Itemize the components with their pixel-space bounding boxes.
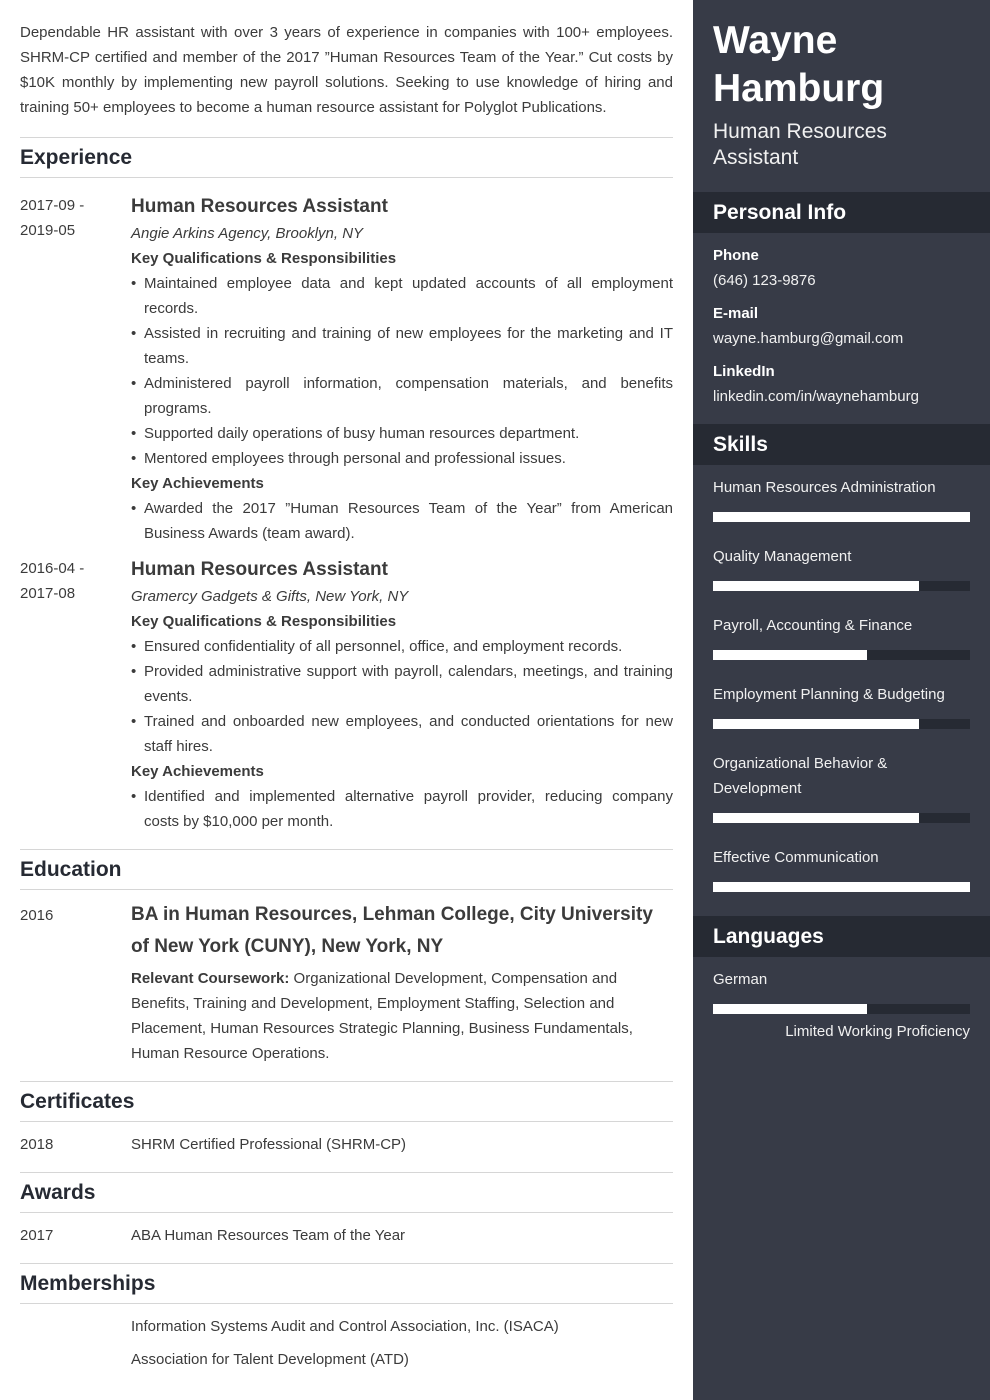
list-item: Trained and onboarded new employees, and… <box>131 709 673 759</box>
list-item: Assisted in recruiting and training of n… <box>131 321 673 371</box>
certificate-entry: 2018 SHRM Certified Professional (SHRM-C… <box>20 1132 673 1157</box>
skill-name: Effective Communication <box>713 849 879 866</box>
skill-item: Effective Communication <box>713 845 970 892</box>
certificate-name: SHRM Certified Professional (SHRM-CP) <box>131 1136 407 1153</box>
linkedin-value: linkedin.com/in/waynehamburg <box>713 388 919 405</box>
section-title-skills: Skills <box>693 424 990 465</box>
language-item: German Limited Working Proficiency <box>713 967 970 1044</box>
skill-item: Quality Management <box>713 544 970 591</box>
section-title-memberships: Memberships <box>20 1263 673 1304</box>
membership-entry: Information Systems Audit and Control As… <box>20 1314 673 1339</box>
achievements-list: Awarded the 2017 ”Human Resources Team o… <box>131 496 673 546</box>
skill-level-fill <box>713 512 970 522</box>
resume-main-column: Dependable HR assistant with over 3 year… <box>20 0 673 1372</box>
skill-item: Payroll, Accounting & Finance <box>713 613 970 660</box>
email-value: wayne.hamburg@gmail.com <box>713 330 904 347</box>
membership-name: Information Systems Audit and Control As… <box>131 1318 559 1335</box>
coursework: Relevant Coursework: Organizational Deve… <box>131 966 673 1066</box>
first-name: Wayne <box>713 19 838 62</box>
section-title-certificates: Certificates <box>20 1081 673 1122</box>
phone-value: (646) 123-9876 <box>713 272 816 289</box>
section-title-languages: Languages <box>693 916 990 957</box>
date-start: 2016-04 - <box>20 560 85 577</box>
skill-name: Organizational Behavior & Development <box>713 755 888 797</box>
linkedin-label: LinkedIn <box>713 363 775 380</box>
candidate-name: Wayne Hamburg <box>713 17 970 113</box>
company-name: Gramercy Gadgets & Gifts, New York, NY <box>131 588 409 605</box>
list-item: Maintained employee data and kept update… <box>131 271 673 321</box>
list-item: Mentored employees through personal and … <box>131 446 673 471</box>
list-item: Administered payroll information, compen… <box>131 371 673 421</box>
responsibilities-list: Maintained employee data and kept update… <box>131 271 673 471</box>
candidate-role: Human Resources Assistant <box>713 120 887 169</box>
list-item: Ensured confidentiality of all personnel… <box>131 634 673 659</box>
coursework-label: Relevant Coursework: <box>131 970 290 987</box>
achievements-label: Key Achievements <box>131 475 264 492</box>
responsibilities-label: Key Qualifications & Responsibilities <box>131 250 397 267</box>
skill-level-bar <box>713 581 970 591</box>
membership-entry: Association for Talent Development (ATD) <box>20 1347 673 1372</box>
section-title-experience: Experience <box>20 137 673 178</box>
skill-level-bar <box>713 719 970 729</box>
award-date: 2017 <box>20 1227 54 1244</box>
date-end: 2019-05 <box>20 222 76 239</box>
certificate-date: 2018 <box>20 1136 54 1153</box>
skill-item: Employment Planning & Budgeting <box>713 682 970 729</box>
award-name: ABA Human Resources Team of the Year <box>131 1227 406 1244</box>
job-title: Human Resources Assistant <box>131 559 388 580</box>
section-title-personal-info: Personal Info <box>693 192 990 233</box>
phone-label: Phone <box>713 247 759 264</box>
experience-date: 2016-04 - 2017-08 <box>20 556 131 834</box>
skill-name: Human Resources Administration <box>713 479 936 496</box>
skill-level-fill <box>713 581 919 591</box>
experience-date: 2017-09 - 2019-05 <box>20 193 131 546</box>
language-level-fill <box>713 1004 868 1014</box>
section-title-education: Education <box>20 849 673 890</box>
responsibilities-label: Key Qualifications & Responsibilities <box>131 613 397 630</box>
education-entry: 2016 BA in Human Resources, Lehman Colle… <box>20 903 673 1066</box>
language-level-bar <box>713 1004 970 1014</box>
experience-entry: 2017-09 - 2019-05 Human Resources Assist… <box>20 193 673 546</box>
responsibilities-list: Ensured confidentiality of all personnel… <box>131 634 673 759</box>
skill-level-fill <box>713 813 919 823</box>
email-label: E-mail <box>713 305 759 322</box>
company-name: Angie Arkins Agency, Brooklyn, NY <box>131 225 364 242</box>
last-name: Hamburg <box>713 67 885 110</box>
skill-level-bar <box>713 882 970 892</box>
education-date: 2016 <box>20 907 54 924</box>
award-entry: 2017 ABA Human Resources Team of the Yea… <box>20 1223 673 1248</box>
achievements-list: Identified and implemented alternative p… <box>131 784 673 834</box>
skill-level-fill <box>713 882 970 892</box>
achievements-label: Key Achievements <box>131 763 264 780</box>
job-title: Human Resources Assistant <box>131 196 388 217</box>
date-end: 2017-08 <box>20 585 76 602</box>
skill-name: Quality Management <box>713 548 852 565</box>
skill-name: Payroll, Accounting & Finance <box>713 617 913 634</box>
membership-name: Association for Talent Development (ATD) <box>131 1351 409 1368</box>
skill-level-bar <box>713 650 970 660</box>
list-item: Identified and implemented alternative p… <box>131 784 673 834</box>
list-item: Provided administrative support with pay… <box>131 659 673 709</box>
profile-summary: Dependable HR assistant with over 3 year… <box>20 24 673 116</box>
date-start: 2017-09 - <box>20 197 85 214</box>
degree-title: BA in Human Resources, Lehman College, C… <box>131 904 653 957</box>
skill-item: Organizational Behavior & Development <box>713 751 970 823</box>
skill-level-fill <box>713 650 868 660</box>
skill-level-bar <box>713 512 970 522</box>
list-item: Supported daily operations of busy human… <box>131 421 673 446</box>
language-level-label: Limited Working Proficiency <box>785 1023 970 1040</box>
experience-entry: 2016-04 - 2017-08 Human Resources Assist… <box>20 556 673 834</box>
skill-item: Human Resources Administration <box>713 475 970 522</box>
section-title-awards: Awards <box>20 1172 673 1213</box>
language-name: German <box>713 971 768 988</box>
resume-sidebar: Wayne Hamburg Human Resources Assistant … <box>693 0 990 1400</box>
skill-name: Employment Planning & Budgeting <box>713 686 945 703</box>
skill-level-bar <box>713 813 970 823</box>
list-item: Awarded the 2017 ”Human Resources Team o… <box>131 496 673 546</box>
skills-list: Human Resources Administration Quality M… <box>693 465 990 892</box>
skill-level-fill <box>713 719 919 729</box>
